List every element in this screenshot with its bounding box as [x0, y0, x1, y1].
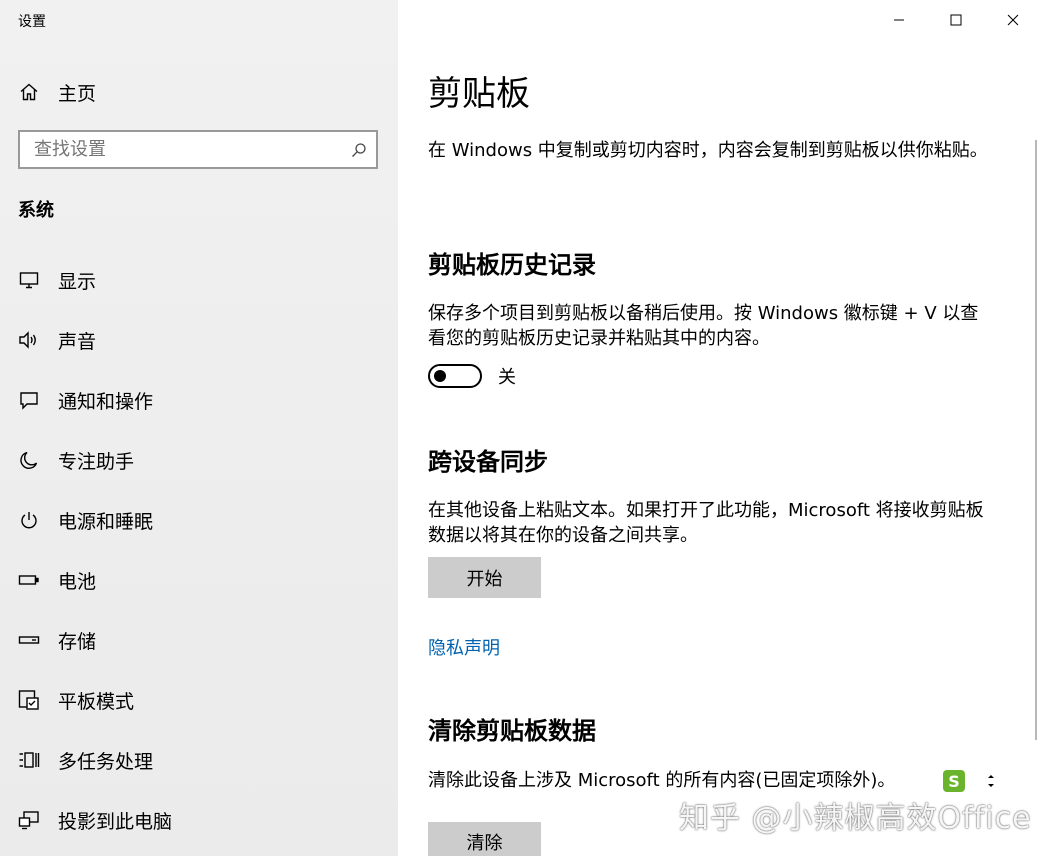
- sidebar-item-storage[interactable]: 存储: [0, 610, 398, 670]
- search-icon[interactable]: [342, 142, 376, 158]
- sidebar-item-label: 投影到此电脑: [58, 810, 173, 833]
- tablet-mode-icon: [18, 689, 40, 711]
- sidebar-item-notifications[interactable]: 通知和操作: [0, 370, 398, 430]
- start-button[interactable]: 开始: [428, 557, 541, 598]
- notification-icon: [18, 389, 40, 411]
- storage-icon: [18, 629, 40, 651]
- sidebar-item-multitasking[interactable]: 多任务处理: [0, 730, 398, 790]
- clear-heading: 清除剪贴板数据: [428, 717, 596, 745]
- clear-description: 清除此设备上涉及 Microsoft 的所有内容(已固定项除外)。: [428, 770, 896, 791]
- section-label-system: 系统: [18, 200, 54, 221]
- speaker-icon: [18, 329, 40, 351]
- power-icon: [18, 509, 40, 531]
- history-description: 保存多个项目到剪贴板以备稍后使用。按 Windows 徽标键 + V 以查看您的…: [428, 303, 979, 349]
- close-button[interactable]: [984, 0, 1041, 40]
- sidebar-item-sound[interactable]: 声音: [0, 310, 398, 370]
- sidebar-item-label: 显示: [58, 270, 97, 293]
- home-icon: [18, 81, 40, 103]
- search-box[interactable]: [18, 130, 378, 169]
- sidebar-item-label: 电源和睡眠: [58, 510, 154, 533]
- history-heading: 剪贴板历史记录: [428, 251, 596, 279]
- sidebar-item-label: 平板模式: [58, 690, 135, 713]
- close-icon: [1007, 14, 1018, 26]
- toggle-state-label: 关: [498, 367, 516, 388]
- toggle-knob: [434, 370, 446, 382]
- search-input[interactable]: [20, 139, 342, 160]
- sync-description: 在其他设备上粘贴文本。如果打开了此功能，Microsoft 将接收剪贴板数据以将…: [428, 500, 984, 546]
- sidebar-item-label: 存储: [58, 630, 97, 653]
- clear-button[interactable]: 清除: [428, 822, 541, 856]
- sidebar: 设置 主页 系统 显示: [0, 0, 398, 856]
- maximize-button[interactable]: [927, 0, 984, 40]
- history-toggle[interactable]: [428, 364, 482, 388]
- sidebar-item-power[interactable]: 电源和睡眠: [0, 490, 398, 550]
- monitor-icon: [18, 269, 40, 291]
- sidebar-nav-list: 显示 声音 通知和操作 专注助手 电源和睡眠 电池 存储 平板模式 多任务处理 …: [0, 250, 398, 850]
- sidebar-item-label: 主页: [58, 82, 97, 105]
- sidebar-item-project[interactable]: 投影到此电脑: [0, 790, 398, 850]
- moon-icon: [18, 449, 40, 471]
- main-content: 剪贴板 在 Windows 中复制或剪切内容时，内容会复制到剪贴板以供你粘贴。 …: [398, 0, 1041, 856]
- project-icon: [18, 809, 40, 831]
- page-title: 剪贴板: [428, 74, 530, 114]
- watermark: 知乎 @小辣椒高效Office: [679, 801, 1032, 836]
- minimize-icon: [893, 19, 904, 21]
- minimize-button[interactable]: [870, 0, 927, 40]
- sidebar-item-label: 专注助手: [58, 450, 135, 473]
- sidebar-item-label: 通知和操作: [58, 390, 154, 413]
- sidebar-item-label: 多任务处理: [58, 750, 154, 773]
- sidebar-item-battery[interactable]: 电池: [0, 550, 398, 610]
- window-controls: [870, 0, 1041, 40]
- sidebar-item-tablet-mode[interactable]: 平板模式: [0, 670, 398, 730]
- sidebar-item-display[interactable]: 显示: [0, 250, 398, 310]
- maximize-icon: [950, 14, 961, 26]
- privacy-link[interactable]: 隐私声明: [428, 634, 500, 660]
- sidebar-item-home[interactable]: 主页: [0, 70, 398, 114]
- sidebar-item-label: 电池: [58, 570, 97, 593]
- intro-text: 在 Windows 中复制或剪切内容时，内容会复制到剪贴板以供你粘贴。: [428, 140, 988, 161]
- sidebar-item-focus-assist[interactable]: 专注助手: [0, 430, 398, 490]
- ime-logo-icon: S: [943, 770, 965, 792]
- scrollbar[interactable]: [1035, 140, 1037, 740]
- ime-badge[interactable]: S: [943, 770, 997, 792]
- dropdown-arrows-icon: [988, 775, 994, 787]
- sync-heading: 跨设备同步: [428, 448, 548, 476]
- sidebar-item-label: 声音: [58, 330, 97, 353]
- battery-icon: [18, 569, 40, 591]
- window-title: 设置: [18, 14, 46, 30]
- multitasking-icon: [18, 749, 40, 771]
- history-toggle-row: 关: [428, 363, 516, 389]
